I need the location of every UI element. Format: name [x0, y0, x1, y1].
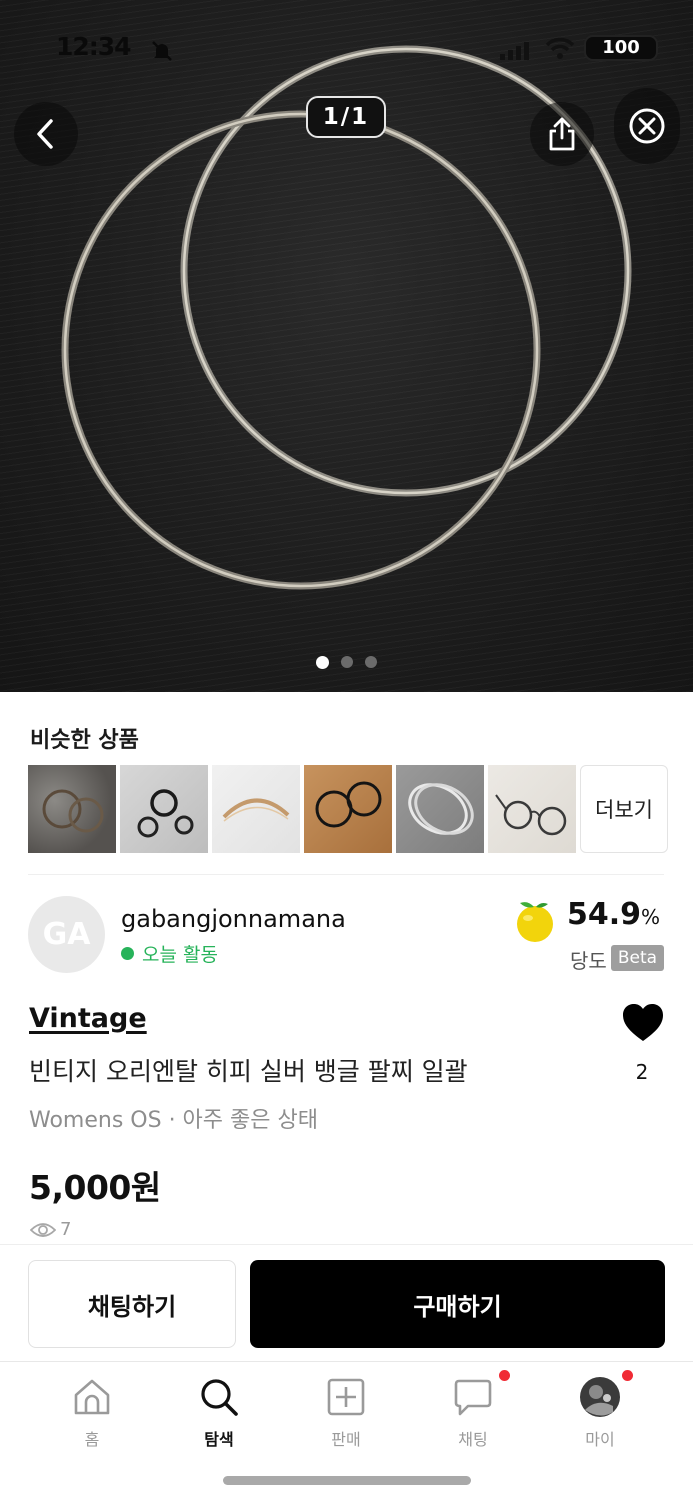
like-count: 2 — [635, 1060, 649, 1084]
tab-sell[interactable]: 판매 — [296, 1376, 396, 1450]
close-button[interactable] — [614, 88, 680, 164]
pagination-dot — [341, 656, 353, 668]
similar-products-list: 더보기 — [28, 765, 668, 853]
tab-home[interactable]: 홈 — [42, 1376, 142, 1450]
brand-link[interactable]: Vintage — [29, 1003, 147, 1034]
chat-button[interactable]: 채팅하기 — [28, 1260, 236, 1348]
tab-sell-label: 판매 — [331, 1430, 361, 1449]
pagination-dot-active — [316, 656, 329, 669]
tab-search[interactable]: 탐색 — [169, 1376, 269, 1450]
similar-item-thumbnail[interactable] — [212, 765, 300, 853]
close-circle-icon — [629, 108, 665, 144]
tab-chat-label: 채팅 — [458, 1430, 488, 1449]
product-image-viewer[interactable]: 12:34 100 1/1 — [0, 0, 693, 692]
share-button[interactable] — [530, 102, 594, 166]
sweetness-fruit-icon — [517, 902, 553, 942]
activity-label: 오늘 활동 — [142, 944, 218, 966]
thumbnail-image — [495, 794, 567, 836]
share-icon — [549, 117, 575, 151]
buy-button[interactable]: 구매하기 — [250, 1260, 665, 1348]
tab-search-label: 탐색 — [204, 1430, 234, 1449]
image-pagination-dots — [0, 656, 693, 669]
cellular-signal-icon — [500, 42, 529, 60]
status-time: 12:34 — [56, 32, 132, 61]
similar-item-thumbnail[interactable] — [120, 765, 208, 853]
chat-notification-badge — [499, 1370, 510, 1381]
similar-item-thumbnail[interactable] — [488, 765, 576, 853]
divider — [28, 874, 664, 875]
similar-products-title: 비슷한 상품 — [30, 728, 139, 753]
view-count-value: 7 — [60, 1219, 72, 1240]
sweetness-score: 54.9% — [567, 897, 660, 932]
similar-item-thumbnail[interactable] — [396, 765, 484, 853]
chevron-left-icon — [37, 119, 53, 149]
battery-indicator: 100 — [584, 35, 658, 61]
image-page-counter: 1/1 — [306, 96, 386, 138]
search-icon — [201, 1379, 238, 1416]
eye-icon — [30, 1222, 56, 1237]
seller-activity-status: 오늘 활동 — [121, 940, 218, 967]
product-price: 5,000원 — [29, 1168, 161, 1207]
sweetness-label: 당도 — [570, 949, 607, 973]
thumbnail-image — [137, 789, 194, 838]
seller-name[interactable]: gabangjonnamana — [121, 905, 346, 933]
product-size-condition: Womens OS · 아주 좋은 상태 — [29, 1108, 318, 1133]
sweetness-unit: % — [641, 905, 661, 929]
similar-item-thumbnail[interactable] — [304, 765, 392, 853]
thumbnail-image — [42, 789, 104, 833]
chat-icon — [454, 1379, 492, 1416]
tab-my-label: 마이 — [585, 1430, 615, 1449]
profile-avatar — [580, 1377, 620, 1417]
purchase-action-bar: 채팅하기 구매하기 — [0, 1244, 693, 1361]
back-button[interactable] — [14, 102, 78, 166]
silent-bell-icon — [152, 41, 172, 61]
tab-chat[interactable]: 채팅 — [423, 1370, 523, 1450]
product-title: 빈티지 오리엔탈 히피 실버 뱅글 팔찌 일괄 — [29, 1057, 468, 1086]
home-indicator — [223, 1476, 471, 1485]
thumbnail-image — [315, 781, 382, 828]
beta-badge: Beta — [611, 945, 664, 971]
sweetness-value: 54.9 — [567, 897, 642, 932]
pagination-dot — [365, 656, 377, 668]
like-heart-icon[interactable] — [621, 1003, 665, 1043]
online-dot-icon — [121, 947, 134, 960]
similar-item-thumbnail[interactable] — [28, 765, 116, 853]
wifi-icon — [545, 37, 575, 59]
thumbnail-image — [222, 798, 290, 822]
status-bar: 12:34 100 — [0, 30, 693, 66]
seller-avatar[interactable]: GA — [28, 896, 105, 973]
sell-plus-icon — [327, 1378, 365, 1416]
my-notification-badge — [622, 1370, 633, 1381]
view-count: 7 — [30, 1219, 71, 1240]
tab-my[interactable]: 마이 — [550, 1370, 650, 1450]
home-icon — [74, 1379, 110, 1415]
tab-home-label: 홈 — [84, 1430, 100, 1449]
thumbnail-image — [408, 783, 474, 835]
see-more-button[interactable]: 더보기 — [580, 765, 668, 853]
